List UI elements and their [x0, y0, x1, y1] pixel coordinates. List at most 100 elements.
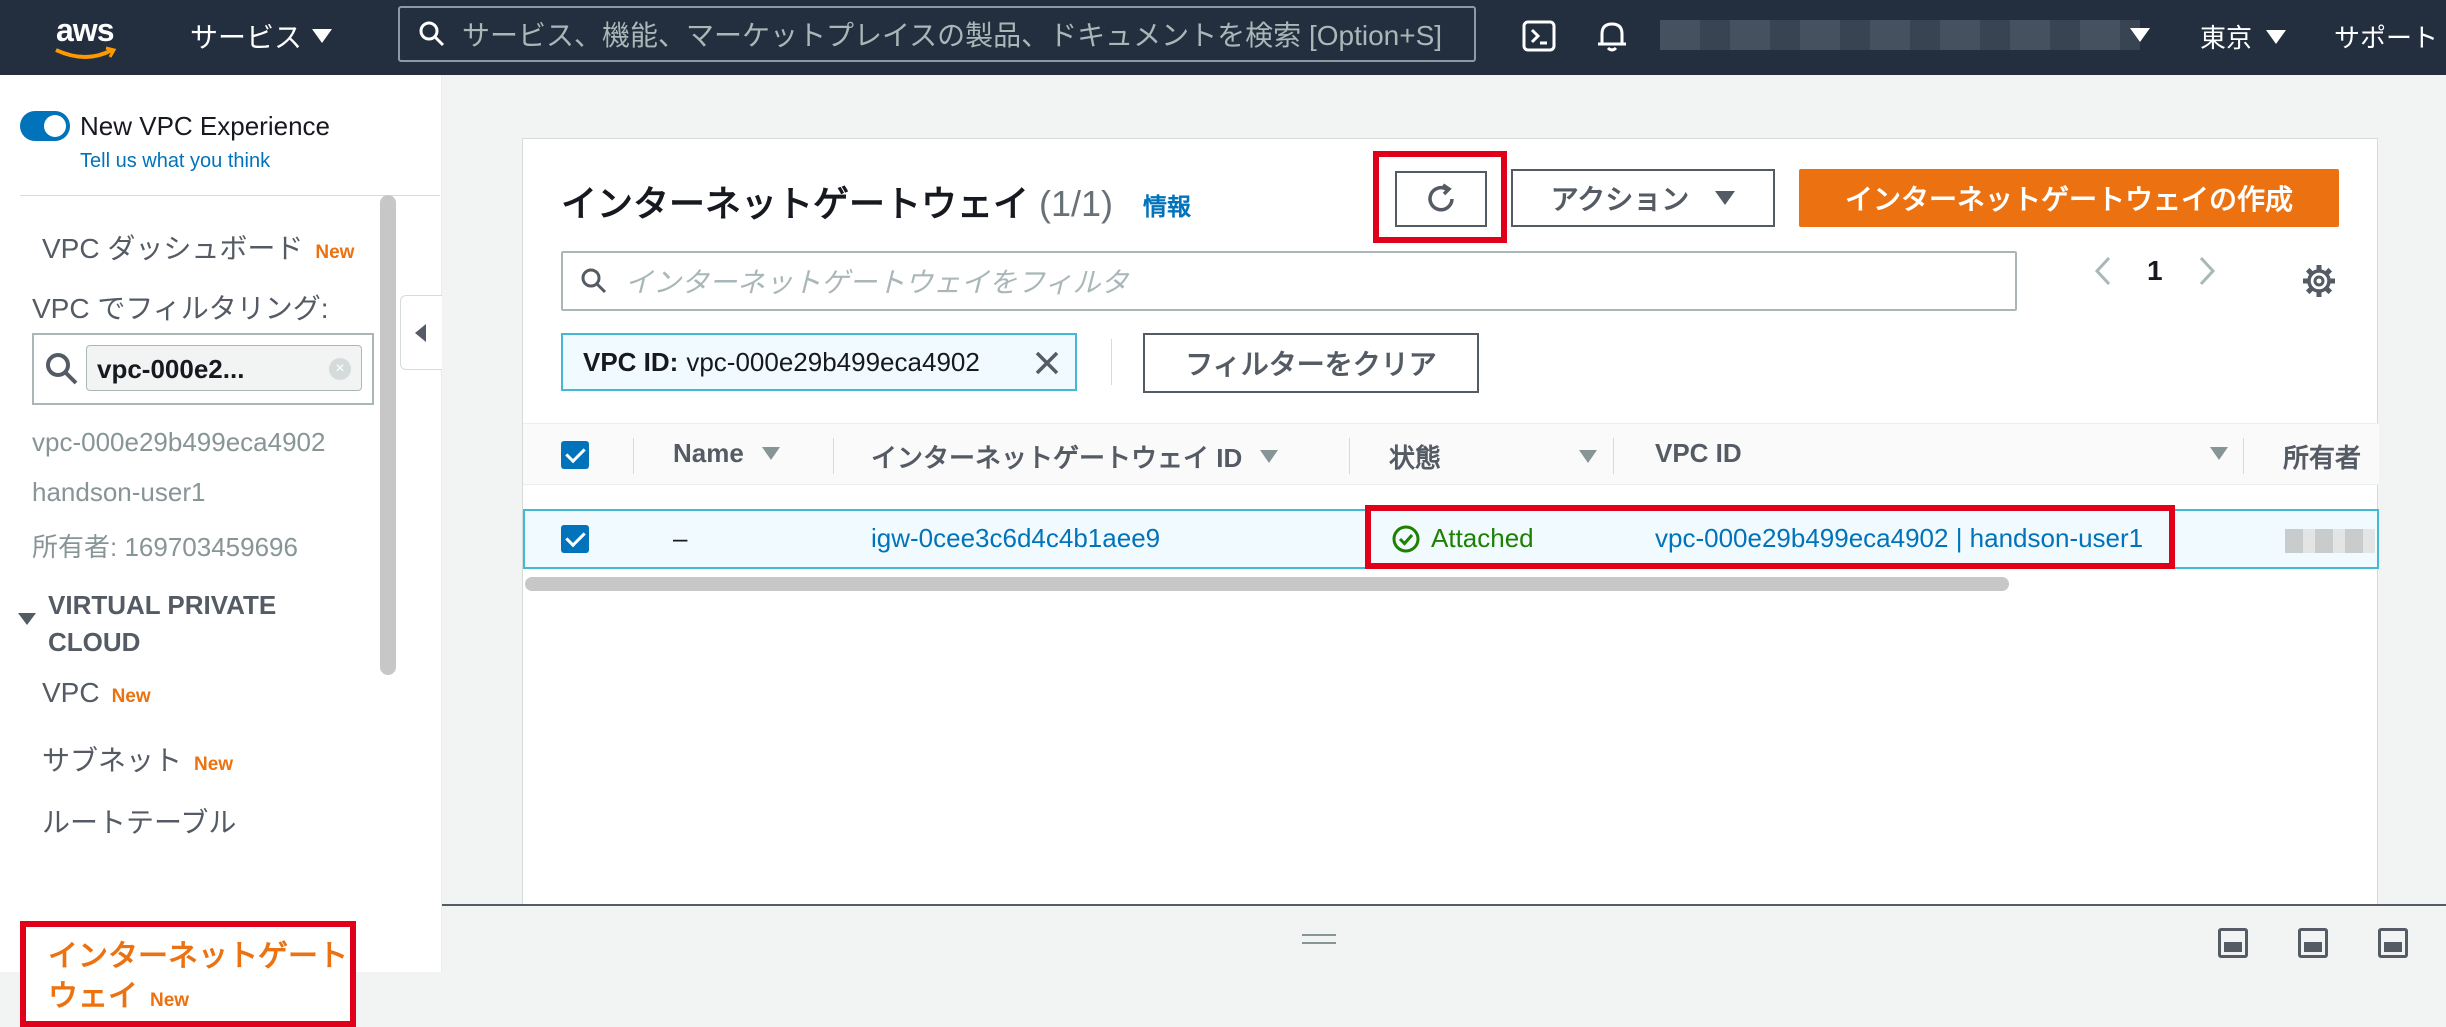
toggle-label: New VPC Experience: [80, 111, 330, 141]
close-icon[interactable]: [1033, 349, 1061, 377]
table-header: Name インターネットゲートウェイ ID 状態 VPC ID 所有者: [523, 423, 2379, 485]
vpc-filter-chip[interactable]: vpc-000e2... ×: [86, 345, 362, 391]
cell-owner-redacted: [2285, 529, 2375, 553]
page-number[interactable]: 1: [2147, 255, 2163, 287]
column-divider: [1349, 438, 1350, 474]
column-divider: [833, 438, 834, 474]
section-title-line1: VIRTUAL PRIVATE: [48, 590, 277, 620]
refresh-button[interactable]: [1395, 171, 1487, 227]
sidebar-item-subnets[interactable]: サブネット New: [42, 739, 233, 779]
selected-vpc-owner: 所有者: 169703459696: [32, 532, 298, 562]
page-title: インターネットゲートウェイ (1/1): [561, 175, 1113, 227]
cloudshell-icon[interactable]: [1520, 16, 1560, 56]
new-vpc-experience-toggle[interactable]: [20, 111, 70, 141]
actions-label: アクション: [1550, 184, 1690, 215]
internet-gateways-panel: インターネットゲートウェイ (1/1) 情報 アクション インターネットゲートウェ…: [522, 138, 2379, 908]
page-title-text: インターネットゲートウェイ: [561, 183, 1030, 224]
create-internet-gateway-button[interactable]: インターネットゲートウェイの作成: [1799, 169, 2339, 227]
sidebar-item-label: サブネット: [42, 745, 183, 776]
column-header-vpc-id[interactable]: VPC ID: [1655, 438, 2228, 469]
bell-icon[interactable]: [1592, 16, 1632, 56]
sidebar-item-label: VPC: [42, 677, 100, 708]
new-badge: New: [150, 990, 190, 1011]
sidebar-item-vpc[interactable]: VPC New: [42, 677, 151, 709]
column-header-name[interactable]: Name: [673, 438, 780, 469]
chevron-right-icon[interactable]: [2197, 255, 2217, 287]
clear-filters-button[interactable]: フィルターをクリア: [1143, 333, 1479, 393]
aws-smile-icon: [55, 46, 117, 59]
vpc-id-filter-token: VPC ID: vpc-000e29b499eca4902: [561, 333, 1077, 391]
caret-down-icon[interactable]: [18, 613, 36, 625]
sidebar-item-internet-gateways[interactable]: インターネットゲート ウェイ New: [20, 921, 356, 1027]
dock-bottom-icon[interactable]: [2218, 928, 2248, 958]
column-divider: [633, 438, 634, 474]
sidebar-item-label: インターネットゲート ウェイ New: [48, 937, 348, 1021]
caret-down-icon: [2130, 28, 2150, 42]
section-virtual-private-cloud[interactable]: VIRTUAL PRIVATE CLOUD: [48, 587, 276, 661]
token-key: VPC ID:: [583, 346, 679, 377]
select-all-checkbox[interactable]: [561, 441, 589, 469]
selected-vpc-name: handson-user1: [32, 477, 206, 507]
token-value: vpc-000e29b499eca4902: [686, 346, 980, 377]
column-header-owner[interactable]: 所有者: [2283, 438, 2361, 475]
aws-logo[interactable]: aws: [50, 10, 130, 64]
horizontal-scrollbar[interactable]: [525, 577, 2009, 591]
global-search-input[interactable]: サービス、機能、マーケットプレイスの製品、ドキュメントを検索 [Option+S…: [398, 6, 1476, 62]
selected-vpc-id: vpc-000e29b499eca4902: [32, 427, 326, 457]
sort-icon: [2209, 447, 2228, 460]
sidebar: New VPC Experience Tell us what you thin…: [0, 75, 442, 1027]
caret-down-icon: [2266, 29, 2287, 44]
label-line2-text: ウェイ: [48, 980, 138, 1013]
check-circle-icon: [1392, 525, 1420, 552]
column-header-state[interactable]: 状態: [1389, 438, 1598, 475]
table-row[interactable]: – igw-0cee3c6d4c4b1aee9 Attached vpc-000…: [523, 505, 2379, 569]
column-header-label: 状態: [1389, 443, 1442, 473]
row-checkbox[interactable]: [561, 525, 589, 553]
new-badge: New: [111, 686, 151, 707]
status-text: Attached: [1431, 523, 1534, 553]
search-icon: [419, 21, 445, 47]
caret-down-icon: [312, 29, 333, 43]
new-badge: New: [315, 242, 355, 263]
column-header-label: インターネットゲートウェイ ID: [871, 443, 1243, 473]
aws-logo-text: aws: [56, 12, 114, 48]
sidebar-item-label: VPC ダッシュボード: [42, 233, 304, 264]
chevron-left-icon[interactable]: [2093, 255, 2113, 287]
column-header-igw-id[interactable]: インターネットゲートウェイ ID: [871, 438, 1279, 475]
vpc-filter-label: VPC でフィルタリング:: [32, 293, 329, 324]
column-divider: [2243, 438, 2244, 474]
vpc-filter-input[interactable]: vpc-000e2... ×: [32, 333, 374, 405]
services-label: サービス: [190, 22, 303, 53]
split-panel-bar: [442, 904, 2446, 972]
cell-vpc-link[interactable]: vpc-000e29b499eca4902 | handson-user1: [1655, 523, 2143, 554]
scrollbar-thumb[interactable]: [380, 195, 396, 675]
item-count: (1/1): [1039, 183, 1114, 224]
filter-input[interactable]: インターネットゲートウェイをフィルタ: [561, 251, 2017, 311]
resize-handle-icon[interactable]: [1302, 934, 1336, 944]
actions-dropdown[interactable]: アクション: [1511, 169, 1775, 227]
support-menu[interactable]: サポート: [2334, 18, 2438, 55]
region-menu[interactable]: 東京: [2200, 18, 2287, 55]
label-line2: ウェイ New: [48, 977, 348, 1021]
feedback-link[interactable]: Tell us what you think: [80, 150, 270, 173]
cell-igw-id-link[interactable]: igw-0cee3c6d4c4b1aee9: [871, 523, 1160, 554]
sidebar-item-route-tables[interactable]: ルートテーブル: [42, 801, 236, 841]
sort-icon: [761, 447, 780, 460]
region-label: 東京: [2200, 23, 2253, 53]
divider: [1111, 339, 1112, 385]
clear-chip-icon[interactable]: ×: [329, 358, 351, 380]
dock-full-icon[interactable]: [2378, 928, 2408, 958]
pagination: 1: [2093, 255, 2217, 287]
sidebar-item-dashboard[interactable]: VPC ダッシュボード New: [42, 227, 354, 267]
cell-name: –: [673, 523, 688, 553]
account-menu-redacted[interactable]: [1660, 20, 2140, 50]
search-icon: [46, 353, 78, 385]
dock-side-icon[interactable]: [2298, 928, 2328, 958]
collapse-sidebar-button[interactable]: [400, 295, 442, 370]
label-line1: インターネットゲート: [48, 940, 348, 973]
info-link[interactable]: 情報: [1143, 187, 1191, 222]
filter-chip-value: vpc-000e2...: [97, 354, 245, 384]
sidebar-scrollbar[interactable]: [380, 195, 396, 675]
services-menu[interactable]: サービス: [190, 16, 333, 56]
gear-icon[interactable]: [2301, 263, 2337, 299]
